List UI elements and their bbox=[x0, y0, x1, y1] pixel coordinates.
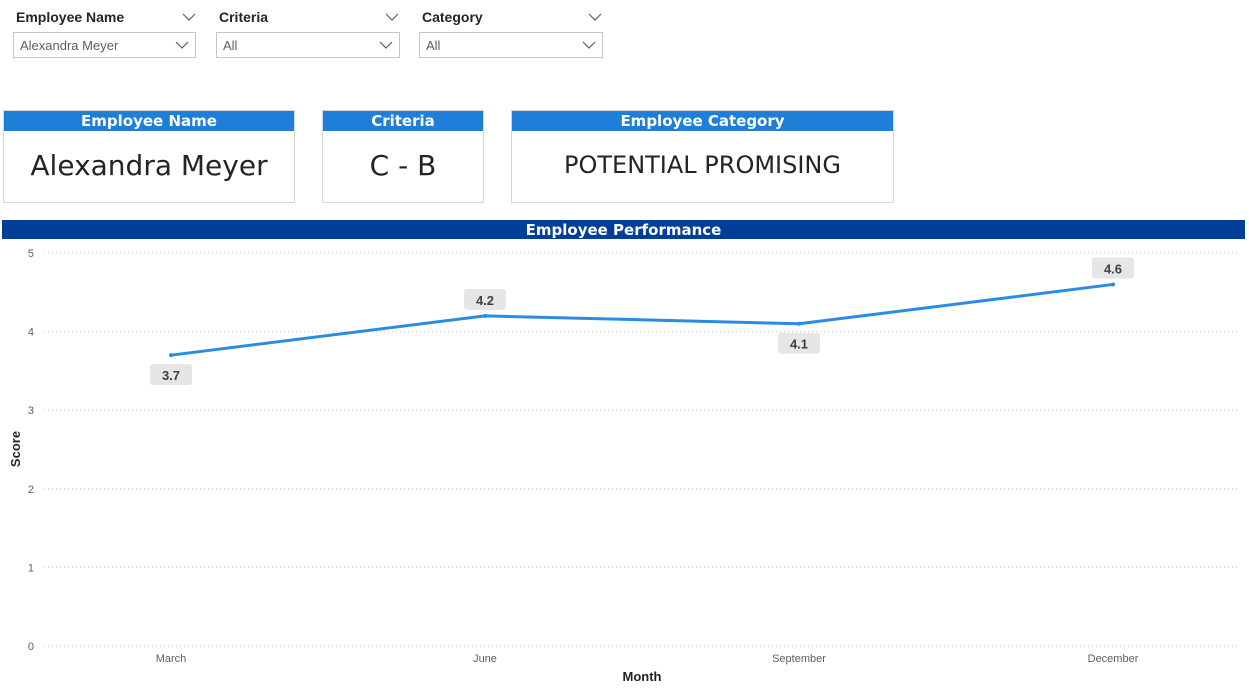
slicer-category: Category All bbox=[419, 6, 610, 58]
data-label: 4.1 bbox=[790, 337, 808, 352]
slicer-employee-name: Employee Name Alexandra Meyer bbox=[13, 6, 204, 58]
card-employee-category: Employee Category POTENTIAL PROMISING bbox=[511, 110, 894, 203]
data-label: 3.7 bbox=[162, 368, 180, 383]
slicer-selected-value: All bbox=[426, 37, 441, 53]
gridlines bbox=[44, 252, 1240, 647]
y-tick-label: 4 bbox=[28, 327, 34, 339]
x-axis-ticks: March June September December bbox=[156, 653, 1139, 665]
series bbox=[169, 282, 1115, 358]
x-tick-label: December bbox=[1088, 653, 1139, 665]
data-point[interactable] bbox=[797, 321, 801, 326]
chevron-down-icon[interactable] bbox=[379, 38, 393, 52]
y-axis-title: Score bbox=[8, 431, 23, 467]
chart-title: Employee Performance bbox=[2, 220, 1245, 239]
x-tick-label: September bbox=[772, 653, 826, 665]
chevron-down-icon[interactable] bbox=[175, 38, 189, 52]
card-value: Alexandra Meyer bbox=[30, 149, 268, 182]
slicer-header[interactable]: Criteria bbox=[217, 6, 407, 28]
line-chart: 0 1 2 3 4 5 March June September December 3.7 4.2… bbox=[8, 248, 1240, 684]
y-tick-label: 2 bbox=[28, 484, 34, 496]
series-line[interactable] bbox=[170, 282, 1114, 357]
card-criteria: Criteria C - B bbox=[322, 110, 484, 203]
y-tick-label: 5 bbox=[28, 248, 34, 260]
card-value: POTENTIAL PROMISING bbox=[564, 151, 841, 179]
x-tick-label: March bbox=[156, 653, 187, 665]
y-tick-label: 1 bbox=[28, 562, 34, 574]
card-title: Criteria bbox=[323, 111, 483, 131]
slicer-selected-value: Alexandra Meyer bbox=[20, 37, 119, 53]
slicer-dropdown-employee-name[interactable]: Alexandra Meyer bbox=[13, 32, 196, 58]
card-title: Employee Category bbox=[512, 111, 893, 131]
y-tick-label: 0 bbox=[28, 641, 34, 653]
slicer-dropdown-criteria[interactable]: All bbox=[216, 32, 400, 58]
data-point[interactable] bbox=[169, 353, 173, 358]
data-label: 4.2 bbox=[476, 293, 494, 308]
x-axis-title: Month bbox=[623, 669, 662, 684]
card-title: Employee Name bbox=[4, 111, 294, 131]
data-point[interactable] bbox=[1111, 282, 1115, 287]
y-tick-label: 3 bbox=[28, 405, 34, 417]
slicer-selected-value: All bbox=[223, 37, 238, 53]
slicer-title: Criteria bbox=[219, 9, 269, 25]
x-tick-label: June bbox=[473, 653, 497, 665]
data-label: 4.6 bbox=[1104, 261, 1122, 276]
chevron-down-icon[interactable] bbox=[582, 38, 596, 52]
slicer-header[interactable]: Employee Name bbox=[14, 6, 204, 28]
slicer-title: Employee Name bbox=[16, 9, 125, 25]
slicer-dropdown-category[interactable]: All bbox=[419, 32, 603, 58]
chevron-down-icon[interactable] bbox=[385, 10, 399, 24]
card-value: C - B bbox=[369, 149, 437, 182]
slicer-header[interactable]: Category bbox=[420, 6, 610, 28]
chevron-down-icon[interactable] bbox=[588, 10, 602, 24]
card-employee-name: Employee Name Alexandra Meyer bbox=[3, 110, 295, 203]
chevron-down-icon[interactable] bbox=[182, 10, 196, 24]
slicer-title: Category bbox=[422, 9, 483, 25]
y-axis-ticks: 0 1 2 3 4 5 bbox=[28, 248, 34, 653]
slicer-criteria: Criteria All bbox=[216, 6, 407, 58]
data-point[interactable] bbox=[483, 313, 487, 318]
